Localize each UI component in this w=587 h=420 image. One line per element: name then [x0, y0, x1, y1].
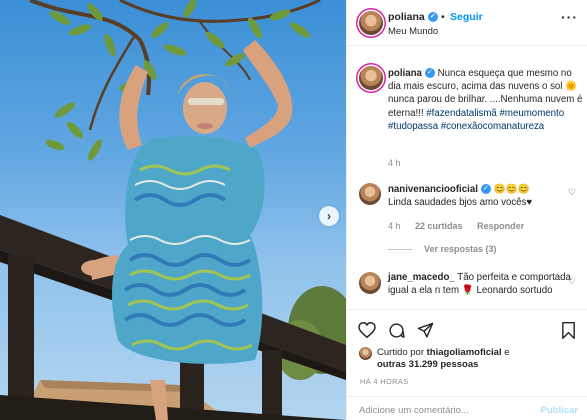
- more-options-icon[interactable]: ···: [561, 9, 578, 25]
- comment-likes-count[interactable]: 22 curtidas: [415, 221, 463, 231]
- comment-text: Linda saudades bjos amo vocês♥: [388, 197, 533, 209]
- bookmark-icon[interactable]: [561, 322, 576, 339]
- comment-item: nanivenanciooficial ✓ 😊😊😊 Linda saudades …: [388, 183, 573, 209]
- likes-others[interactable]: outras 31.299 pessoas: [377, 359, 478, 370]
- comment-username[interactable]: jane_macedo_: [388, 272, 455, 283]
- hashtag-link[interactable]: #meumomento: [500, 108, 565, 119]
- comment-input[interactable]: [359, 402, 529, 418]
- hashtag-link[interactable]: #fazendatalismã: [426, 108, 497, 119]
- commenter-avatar[interactable]: [359, 272, 381, 294]
- next-photo-button[interactable]: ›: [319, 206, 339, 226]
- post-age[interactable]: HÁ 4 HORAS: [360, 377, 408, 386]
- heart-icon[interactable]: [358, 322, 376, 338]
- liker-username[interactable]: thiagoliamoficial: [427, 347, 502, 358]
- post-caption: poliana ✓ Nunca esqueça que mesmo no dia …: [388, 67, 583, 133]
- comment-bubble-icon[interactable]: [388, 322, 405, 339]
- instagram-post-view: › poliana ✓ • Seguir Meu Mundo ··· polian…: [0, 0, 587, 420]
- photo-illustration: [0, 0, 346, 420]
- comment-like-heart-icon[interactable]: ♡: [568, 276, 576, 287]
- follow-button[interactable]: Seguir: [450, 11, 483, 23]
- reply-button[interactable]: Responder: [477, 221, 524, 231]
- caption-timestamp[interactable]: 4 h: [388, 158, 401, 168]
- post-photo[interactable]: ›: [0, 0, 346, 420]
- likes-prefix: Curtido por: [377, 347, 427, 358]
- post-side-panel: poliana ✓ • Seguir Meu Mundo ··· poliana ✓…: [346, 0, 587, 420]
- hashtag-link[interactable]: #conexãocomanatureza: [441, 121, 544, 132]
- likes-summary[interactable]: Curtido por thiagoliamoficial e outras 3…: [377, 347, 510, 371]
- comment-like-heart-icon[interactable]: ♡: [568, 187, 576, 198]
- caption-author-avatar[interactable]: [359, 66, 383, 90]
- comment-emojis: 😊😊😊: [493, 184, 530, 195]
- verified-badge-icon: ✓: [424, 68, 435, 79]
- caption-username[interactable]: poliana: [388, 68, 422, 79]
- chevron-right-icon: ›: [327, 209, 331, 223]
- post-header: poliana ✓ • Seguir Meu Mundo ···: [347, 0, 587, 46]
- liker-avatar[interactable]: [359, 347, 372, 360]
- replies-divider: [388, 249, 412, 251]
- comment-time[interactable]: 4 h: [388, 221, 401, 231]
- verified-badge-icon: ✓: [427, 12, 438, 23]
- post-location[interactable]: Meu Mundo: [388, 26, 438, 37]
- likes-middle: e: [501, 347, 510, 358]
- view-replies-button[interactable]: Ver respostas (3): [388, 244, 497, 254]
- publish-button[interactable]: Publicar: [541, 405, 579, 416]
- comment-username[interactable]: nanivenanciooficial: [388, 184, 478, 195]
- add-comment-bar: Publicar: [347, 396, 587, 420]
- paper-plane-icon[interactable]: [417, 322, 434, 339]
- post-action-bar: [347, 309, 587, 347]
- author-username-link[interactable]: poliana ✓: [388, 11, 438, 23]
- hashtag-link[interactable]: #tudopassa: [388, 121, 438, 132]
- verified-badge-icon: ✓: [480, 184, 491, 195]
- author-username: poliana: [388, 11, 425, 23]
- view-replies-label: Ver respostas (3): [424, 244, 497, 254]
- comment-item: jane_macedo_ Tão perfeita e comportada i…: [388, 271, 573, 297]
- commenter-avatar[interactable]: [359, 183, 381, 205]
- author-avatar[interactable]: [359, 11, 383, 35]
- header-separator: •: [441, 11, 445, 23]
- comment-meta: 4 h 22 curtidas Responder: [388, 221, 536, 231]
